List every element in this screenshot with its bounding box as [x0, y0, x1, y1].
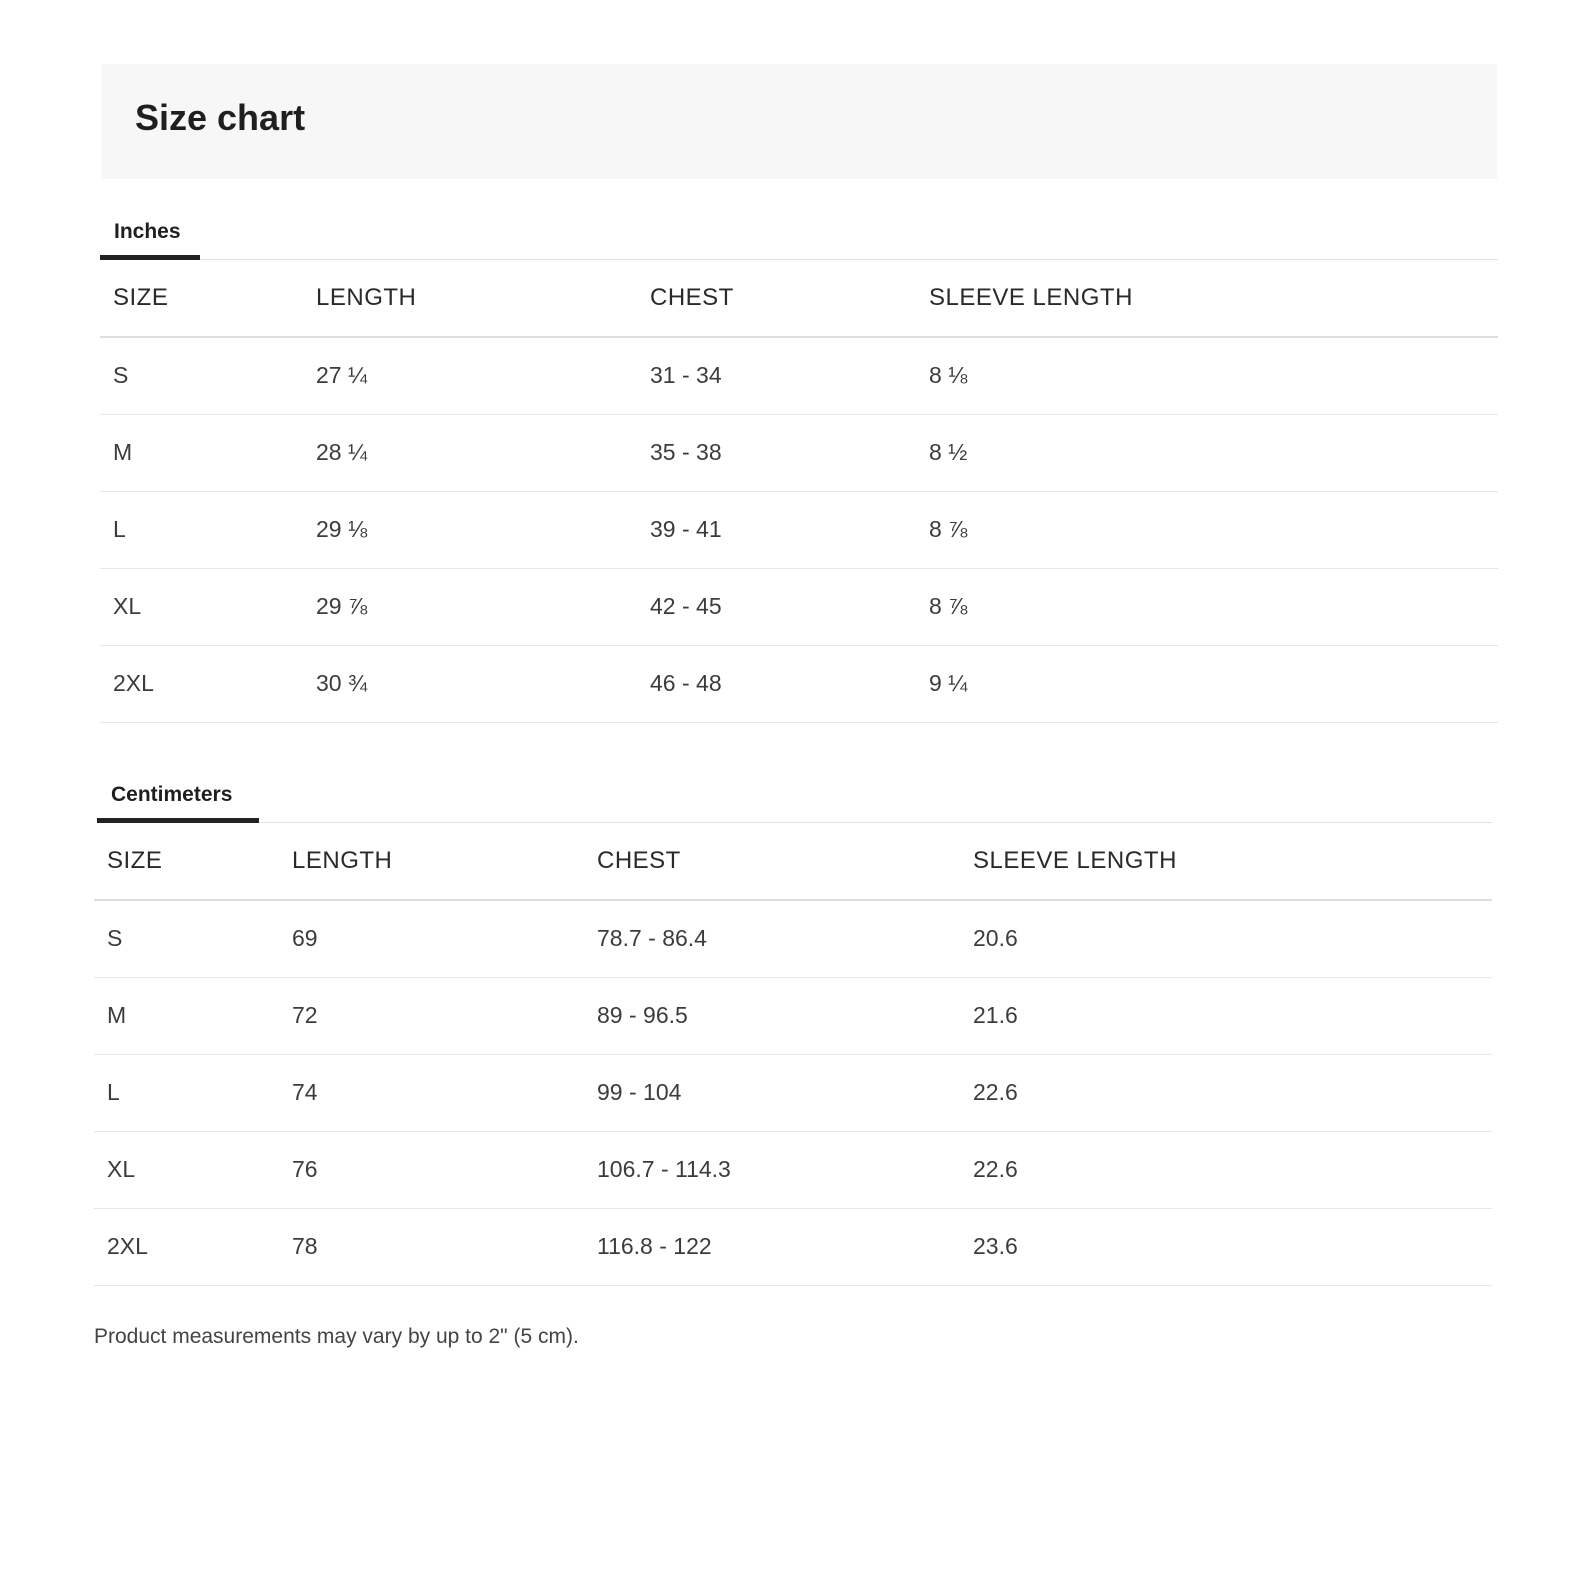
cell-chest: 39 - 41: [637, 491, 916, 569]
column-header-chest: CHEST: [637, 260, 916, 338]
table-header-row: SIZE LENGTH CHEST SLEEVE LENGTH: [94, 823, 1492, 901]
table-row: 2XL 30 ¾ 46 - 48 9 ¼: [100, 645, 1498, 723]
cell-size: L: [100, 491, 303, 569]
table-row: 2XL 78 116.8 - 122 23.6: [94, 1208, 1492, 1286]
table-row: S 27 ¼ 31 - 34 8 ⅛: [100, 337, 1498, 415]
table-row: XL 29 ⅞ 42 - 45 8 ⅞: [100, 568, 1498, 646]
cell-size: L: [94, 1054, 279, 1132]
table-row: L 74 99 - 104 22.6: [94, 1054, 1492, 1132]
cell-length: 29 ⅞: [303, 568, 637, 646]
cell-size: M: [100, 414, 303, 492]
cell-length: 78: [279, 1208, 584, 1286]
cell-sleeve-length: 8 ⅞: [916, 491, 1498, 569]
column-header-length: LENGTH: [303, 260, 637, 338]
cell-length: 29 ⅛: [303, 491, 637, 569]
table-row: L 29 ⅛ 39 - 41 8 ⅞: [100, 491, 1498, 569]
tab-centimeters[interactable]: Centimeters: [97, 770, 259, 823]
cell-length: 30 ¾: [303, 645, 637, 723]
cell-chest: 106.7 - 114.3: [584, 1131, 960, 1209]
cell-sleeve-length: 21.6: [960, 977, 1492, 1055]
cell-sleeve-length: 8 ½: [916, 414, 1498, 492]
cell-sleeve-length: 8 ⅛: [916, 337, 1498, 415]
cell-length: 69: [279, 900, 584, 978]
cell-sleeve-length: 8 ⅞: [916, 568, 1498, 646]
tab-inches-label: Inches: [114, 220, 181, 243]
tab-inches[interactable]: Inches: [100, 207, 200, 260]
cell-length: 76: [279, 1131, 584, 1209]
measurement-note: Product measurements may vary by up to 2…: [94, 1325, 579, 1348]
table-row: M 72 89 - 96.5 21.6: [94, 977, 1492, 1055]
column-header-size: SIZE: [100, 260, 303, 338]
size-chart-header: Size chart: [101, 64, 1497, 179]
centimeters-table: SIZE LENGTH CHEST SLEEVE LENGTH S 69 78.…: [94, 823, 1492, 1286]
cell-chest: 78.7 - 86.4: [584, 900, 960, 978]
cell-size: M: [94, 977, 279, 1055]
cell-size: XL: [94, 1131, 279, 1209]
cell-size: S: [94, 900, 279, 978]
inches-table: SIZE LENGTH CHEST SLEEVE LENGTH S 27 ¼ 3…: [100, 260, 1498, 723]
table-row: M 28 ¼ 35 - 38 8 ½: [100, 414, 1498, 492]
cell-sleeve-length: 23.6: [960, 1208, 1492, 1286]
cell-length: 27 ¼: [303, 337, 637, 415]
cell-length: 72: [279, 977, 584, 1055]
table-row: XL 76 106.7 - 114.3 22.6: [94, 1131, 1492, 1209]
column-header-sleeve-length: SLEEVE LENGTH: [916, 260, 1498, 338]
table-row: S 69 78.7 - 86.4 20.6: [94, 900, 1492, 978]
cell-size: 2XL: [94, 1208, 279, 1286]
page-title: Size chart: [135, 97, 306, 138]
cell-sleeve-length: 22.6: [960, 1131, 1492, 1209]
cell-chest: 35 - 38: [637, 414, 916, 492]
cell-size: S: [100, 337, 303, 415]
tab-centimeters-label: Centimeters: [111, 783, 233, 806]
cell-sleeve-length: 9 ¼: [916, 645, 1498, 723]
cell-length: 74: [279, 1054, 584, 1132]
cell-chest: 31 - 34: [637, 337, 916, 415]
cell-chest: 42 - 45: [637, 568, 916, 646]
cell-chest: 46 - 48: [637, 645, 916, 723]
cell-size: XL: [100, 568, 303, 646]
cell-chest: 89 - 96.5: [584, 977, 960, 1055]
column-header-chest: CHEST: [584, 823, 960, 901]
cell-length: 28 ¼: [303, 414, 637, 492]
cell-size: 2XL: [100, 645, 303, 723]
column-header-size: SIZE: [94, 823, 279, 901]
cell-sleeve-length: 20.6: [960, 900, 1492, 978]
cell-chest: 99 - 104: [584, 1054, 960, 1132]
column-header-sleeve-length: SLEEVE LENGTH: [960, 823, 1492, 901]
table-header-row: SIZE LENGTH CHEST SLEEVE LENGTH: [100, 260, 1498, 338]
column-header-length: LENGTH: [279, 823, 584, 901]
cell-chest: 116.8 - 122: [584, 1208, 960, 1286]
cell-sleeve-length: 22.6: [960, 1054, 1492, 1132]
